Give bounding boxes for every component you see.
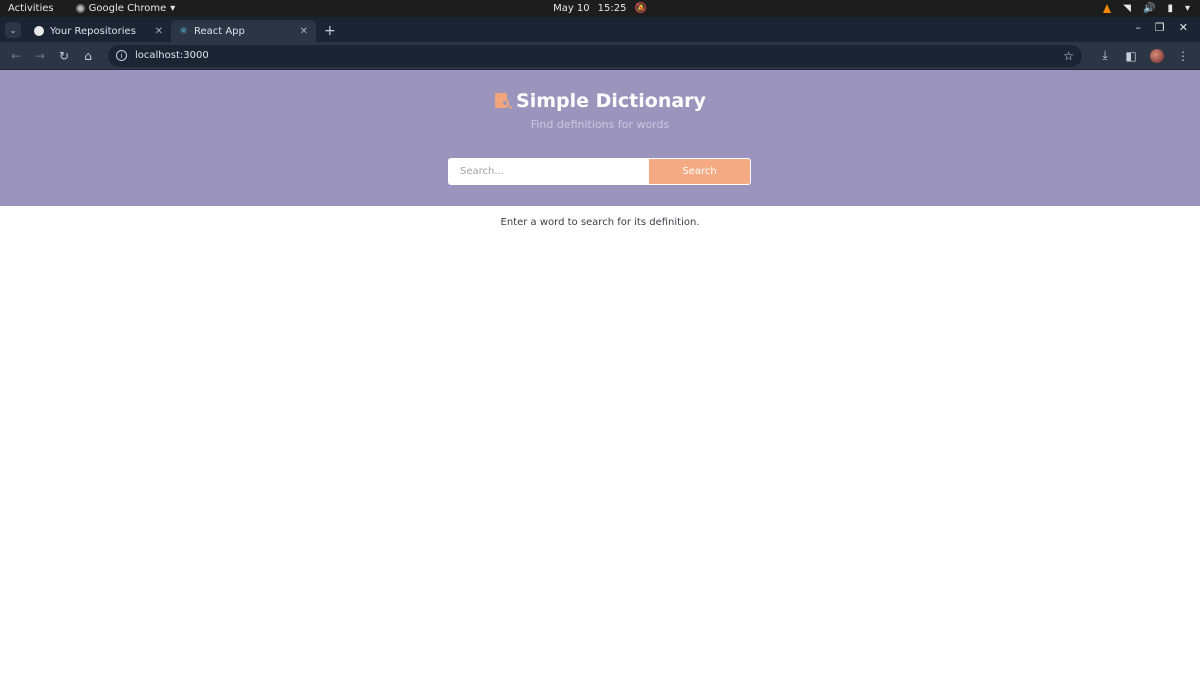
new-tab-button[interactable]: +	[324, 23, 336, 39]
vlc-icon	[1103, 4, 1112, 13]
search-form: Search	[448, 158, 751, 185]
address-bar[interactable]: i localhost:3000 ☆	[108, 44, 1082, 67]
download-icon[interactable]: ⤓	[1094, 48, 1116, 63]
github-icon	[34, 26, 44, 36]
dictionary-search-icon	[494, 92, 513, 110]
time: 15:25	[597, 3, 627, 14]
home-button[interactable]: ⌂	[78, 49, 98, 63]
bookmark-star-icon[interactable]: ☆	[1063, 49, 1074, 63]
more-menu-icon[interactable]: ⋮	[1172, 49, 1194, 63]
app-subtitle: Find definitions for words	[530, 118, 670, 131]
date: May 10	[553, 3, 590, 14]
app-menu[interactable]: Google Chrome ▾	[75, 3, 176, 14]
tab-your-repositories[interactable]: Your Repositories ✕	[26, 20, 171, 42]
minimize-button[interactable]: –	[1135, 21, 1141, 34]
tray-menu-icon: ▾	[1184, 3, 1190, 14]
restore-button[interactable]: ❐	[1155, 21, 1165, 34]
site-info-icon[interactable]: i	[116, 50, 127, 61]
activities-button[interactable]: Activities	[0, 3, 54, 14]
chrome-icon	[75, 4, 85, 13]
side-panel-icon[interactable]: ◧	[1120, 49, 1142, 63]
avatar	[1150, 48, 1164, 63]
notifications-muted-icon: 🔕	[634, 3, 647, 14]
app-header: Simple Dictionary Find definitions for w…	[0, 70, 1200, 206]
system-top-bar: Activities Google Chrome ▾ May 10 15:25 …	[0, 0, 1200, 17]
forward-button[interactable]: →	[30, 49, 50, 63]
search-button[interactable]: Search	[649, 159, 750, 184]
chevron-down-icon: ⌄	[9, 25, 17, 35]
app-title: Simple Dictionary	[516, 90, 706, 112]
volume-icon: 🔊	[1143, 3, 1156, 14]
tab-title: Your Repositories	[50, 25, 136, 37]
empty-state-hint: Enter a word to search for its definitio…	[500, 217, 700, 228]
system-tray[interactable]: ◥ 🔊 ▮ ▾	[1103, 3, 1190, 14]
tab-title: React App	[193, 25, 245, 37]
tab-search-button[interactable]: ⌄	[5, 22, 21, 38]
reload-button[interactable]: ↻	[54, 49, 74, 63]
tab-react-app[interactable]: ⚛ React App ✕	[171, 20, 316, 42]
browser-toolbar: ← → ↻ ⌂ i localhost:3000 ☆ ⤓ ◧ ⋮	[0, 42, 1200, 70]
back-button[interactable]: ←	[6, 49, 26, 63]
profile-button[interactable]	[1146, 48, 1168, 63]
clock[interactable]: May 10 15:25 🔕	[553, 3, 647, 14]
battery-icon: ▮	[1167, 3, 1173, 14]
wifi-icon: ◥	[1123, 3, 1131, 14]
caret-down-icon: ▾	[170, 3, 176, 14]
app-name: Google Chrome	[88, 3, 167, 14]
close-window-button[interactable]: ✕	[1179, 21, 1188, 34]
close-tab-icon[interactable]: ✕	[300, 26, 308, 37]
tab-strip: ⌄ Your Repositories ✕ ⚛ React App ✕ + – …	[0, 17, 1200, 42]
brand: Simple Dictionary	[0, 90, 1200, 112]
url-text[interactable]: localhost:3000	[135, 50, 1055, 61]
close-tab-icon[interactable]: ✕	[155, 26, 163, 37]
react-icon: ⚛	[179, 25, 188, 37]
search-input[interactable]	[449, 159, 649, 184]
window-controls: – ❐ ✕	[1135, 21, 1188, 34]
